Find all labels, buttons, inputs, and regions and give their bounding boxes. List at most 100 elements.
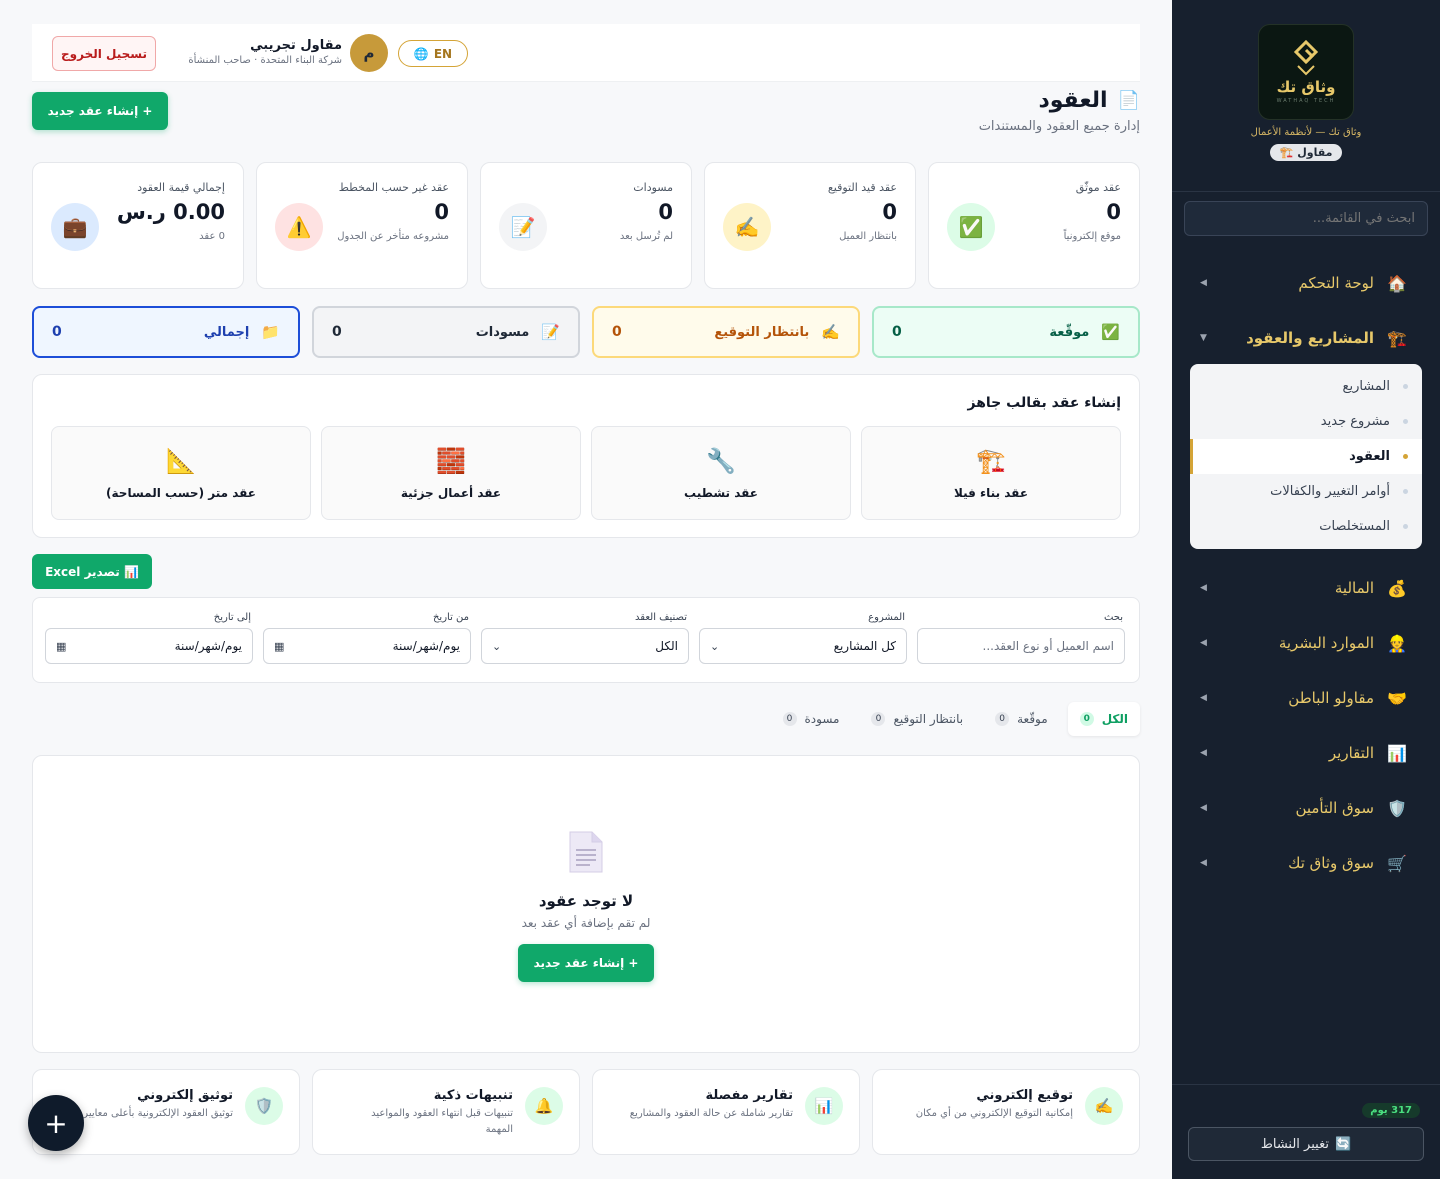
chart-icon: 📊 [805, 1087, 843, 1125]
calendar-icon[interactable]: ▦ [56, 640, 66, 653]
change-activity-button[interactable]: 🔄 تغيير النشاط [1188, 1127, 1424, 1161]
template-per-meter[interactable]: 📐 عقد متر (حسب المساحة) [51, 426, 311, 520]
empty-create-contract-button[interactable]: + إنشاء عقد جديد [518, 944, 654, 982]
from-date-input[interactable]: يوم/شهر/سنة ▦ [263, 628, 471, 664]
tab-all[interactable]: الكل 0 [1067, 702, 1140, 736]
chevron-left-icon: ◀ [1200, 583, 1207, 593]
submenu-contracts[interactable]: العقود [1190, 439, 1422, 474]
pill-total[interactable]: 📁 إجمالي 0 [32, 306, 300, 358]
chevron-down-icon: ⌄ [492, 639, 502, 653]
pill-drafts[interactable]: 📝 مسودات 0 [312, 306, 580, 358]
chevron-down-icon: ⌄ [710, 639, 720, 653]
feature-title: توقيع إلكتروني [976, 1088, 1073, 1103]
document-icon [569, 831, 603, 873]
nav-projects-contracts[interactable]: 🏗️ المشاريع والعقود ▼ [1172, 316, 1440, 360]
category-select[interactable]: الكل ⌄ [481, 628, 689, 664]
feature-title: تنبيهات ذكية [433, 1088, 513, 1103]
templates-section: إنشاء عقد بقالب جاهز 🏗️ عقد بناء فيلا 🔧 … [32, 374, 1140, 538]
template-villa[interactable]: 🏗️ عقد بناء فيلا [861, 426, 1121, 520]
submenu-new-project[interactable]: مشروع جديد [1190, 404, 1422, 439]
pill-label: بانتظار التوقيع [714, 324, 810, 340]
project-select-value: كل المشاريع [833, 639, 896, 653]
stat-value: 0 [658, 199, 673, 224]
nav-reports-label: التقارير [1328, 744, 1374, 762]
logout-button[interactable]: تسجيل الخروج [52, 36, 156, 71]
stat-note: بانتظار العميل [839, 230, 897, 242]
filter-search: بحث اسم العميل أو نوع العقد... [917, 612, 1125, 664]
stat-label: عقد غير حسب المخطط [338, 181, 449, 194]
home-icon: 🏠 [1387, 273, 1407, 293]
tab-pending[interactable]: بانتظار التوقيع 0 [859, 702, 975, 736]
feature-desc: تقارير شاملة عن حالة العقود والمشاريع [629, 1108, 793, 1119]
stat-note: موقع إلكترونياً [1063, 230, 1121, 242]
project-select[interactable]: كل المشاريع ⌄ [699, 628, 907, 664]
bullet-icon [1403, 384, 1408, 389]
create-contract-button[interactable]: + إنشاء عقد جديد [32, 92, 168, 130]
role-badge: مقاول 🏗️ [1269, 144, 1343, 161]
check-icon: ✅ [1101, 323, 1120, 341]
pill-count: 0 [52, 324, 62, 340]
stat-note: 0 عقد [199, 230, 225, 242]
submenu-label: مشروع جديد [1320, 414, 1390, 429]
days-remaining-badge: 317 يوم [1362, 1103, 1420, 1118]
nav-reports[interactable]: 📊 التقارير ◀ [1172, 731, 1440, 775]
nav-market[interactable]: 🛒 سوق وثاق تك ◀ [1172, 841, 1440, 885]
change-activity-label: تغيير النشاط [1260, 1136, 1329, 1152]
nav-dashboard[interactable]: 🏠 لوحة التحكم ◀ [1172, 261, 1440, 305]
to-date-input[interactable]: يوم/شهر/سنة ▦ [45, 628, 253, 664]
filter-label: المشروع [868, 612, 905, 623]
tab-draft[interactable]: مسودة 0 [771, 702, 852, 736]
stat-value: 0 [1106, 199, 1121, 224]
pill-count: 0 [612, 324, 622, 340]
sidebar: وثاق تك WATHAQ TECH وثاق تك — لأنظمة الأ… [1172, 0, 1440, 1179]
avatar[interactable]: م [350, 34, 388, 72]
calendar-icon[interactable]: ▦ [274, 640, 284, 653]
filter-from-date: من تاريخ يوم/شهر/سنة ▦ [263, 612, 471, 664]
nav-finance[interactable]: 💰 المالية ◀ [1172, 566, 1440, 610]
check-icon: ✅ [947, 203, 995, 251]
submenu-change-orders[interactable]: أوامر التغيير والكفالات [1190, 474, 1422, 509]
shield-icon: 🛡️ [245, 1087, 283, 1125]
sidebar-search-input[interactable] [1184, 201, 1428, 236]
nav-hr[interactable]: 👷 الموارد البشرية ◀ [1172, 621, 1440, 665]
tab-count: 0 [782, 712, 797, 726]
tab-label: موقّعة [1017, 712, 1048, 726]
pill-signed[interactable]: ✅ موقّعة 0 [872, 306, 1140, 358]
bricks-icon: 🧱 [436, 447, 466, 475]
nav-insurance[interactable]: 🛡️ سوق التأمين ◀ [1172, 786, 1440, 830]
submenu-invoices[interactable]: المستخلصات [1190, 509, 1422, 544]
feature-e-signature: ✍️ توقيع إلكتروني إمكانية التوقيع الإلكتر… [872, 1069, 1140, 1155]
language-toggle[interactable]: EN 🌐 [398, 40, 468, 67]
nav-market-label: سوق وثاق تك [1288, 854, 1374, 872]
template-finishing[interactable]: 🔧 عقد تشطيب [591, 426, 851, 520]
filter-label: إلى تاريخ [213, 612, 251, 623]
category-select-value: الكل [655, 639, 678, 653]
from-date-value: يوم/شهر/سنة [392, 639, 460, 653]
lang-label: EN [433, 46, 453, 61]
topbar: م مقاول تجريبي شركة البناء المتحدة · صاح… [32, 24, 1140, 82]
nav-hr-label: الموارد البشرية [1278, 634, 1374, 652]
pill-pending[interactable]: ✍️ بانتظار التوقيع 0 [592, 306, 860, 358]
to-date-value: يوم/شهر/سنة [174, 639, 242, 653]
chevron-left-icon: ◀ [1200, 803, 1207, 813]
role-label: مقاول [1297, 146, 1333, 159]
features-row: ✍️ توقيع إلكتروني إمكانية التوقيع الإلكتر… [32, 1069, 1140, 1155]
template-label: عقد أعمال جزئية [400, 486, 502, 500]
nav-finance-label: المالية [1334, 579, 1374, 597]
search-input[interactable]: اسم العميل أو نوع العقد... [917, 628, 1125, 664]
chevron-left-icon: ◀ [1200, 693, 1207, 703]
floating-add-button[interactable]: + [28, 1095, 84, 1151]
template-partial-works[interactable]: 🧱 عقد أعمال جزئية [321, 426, 581, 520]
export-excel-button[interactable]: 📊 تصدير Excel [32, 554, 152, 589]
refresh-icon: 🔄 [1334, 1136, 1352, 1152]
tab-signed[interactable]: موقّعة 0 [983, 702, 1060, 736]
money-bag-icon: 💰 [1387, 578, 1407, 598]
signing-hand-icon: ✍️ [723, 203, 771, 251]
filter-to-date: إلى تاريخ يوم/شهر/سنة ▦ [45, 612, 253, 664]
page-title-icon: 📄 [1117, 90, 1140, 111]
submenu-projects[interactable]: المشاريع [1190, 369, 1422, 404]
empty-state: لا توجد عقود لم تقم بإضافة أي عقد بعد + … [32, 755, 1140, 1053]
stat-card-off-plan: ⚠️ عقد غير حسب المخطط 0 مشروعه متأخر عن ال… [256, 162, 468, 289]
logo[interactable]: وثاق تك WATHAQ TECH [1258, 24, 1354, 120]
nav-subcontractors[interactable]: 🤝 مقاولو الباطن ◀ [1172, 676, 1440, 720]
